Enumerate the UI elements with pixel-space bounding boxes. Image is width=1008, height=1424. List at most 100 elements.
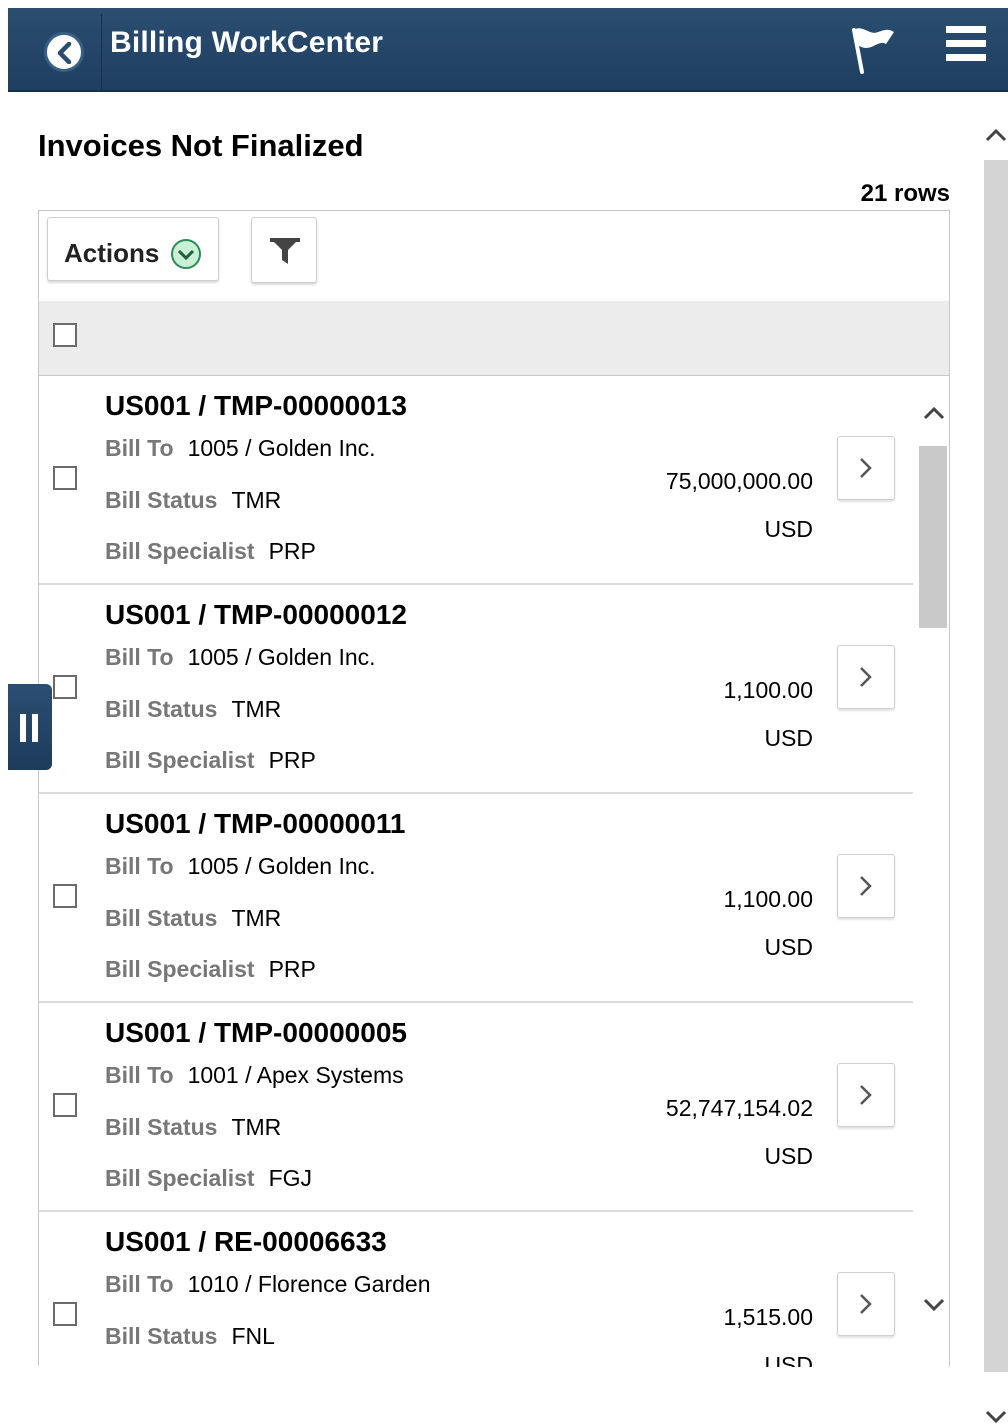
bill-specialist-label: Bill Specialist bbox=[105, 956, 255, 982]
pause-icon bbox=[20, 714, 26, 742]
chevron-left-icon bbox=[44, 32, 84, 72]
bill-specialist-line: Bill Specialist PRP bbox=[105, 538, 316, 565]
invoice-id: US001 / TMP-00000013 bbox=[105, 390, 407, 421]
row-checkbox[interactable] bbox=[53, 884, 77, 908]
bill-status-value: TMR bbox=[231, 696, 282, 722]
chevron-right-icon bbox=[860, 1085, 872, 1105]
section-title: Invoices Not Finalized bbox=[38, 128, 364, 163]
bill-to-line: Bill To 1010 / Florence Garden bbox=[105, 1271, 431, 1298]
bill-specialist-value: PRP bbox=[268, 956, 316, 982]
bill-specialist-line: Bill Specialist PRP bbox=[105, 956, 316, 983]
chevron-right-icon bbox=[860, 876, 872, 896]
bill-specialist-value: PRP bbox=[268, 747, 316, 773]
page-scrollbar[interactable] bbox=[980, 96, 1008, 1424]
bill-to-label: Bill To bbox=[105, 1062, 174, 1088]
invoice-id: US001 / TMP-00000012 bbox=[105, 599, 407, 630]
bill-to-line: Bill To 1001 / Apex Systems bbox=[105, 1062, 404, 1089]
invoice-amount: 1,100.00 bbox=[723, 886, 813, 912]
bill-specialist-line: Bill Specialist FGJ bbox=[105, 1165, 312, 1192]
bill-to-value: 1005 / Golden Inc. bbox=[187, 644, 376, 670]
bill-status-value: FNL bbox=[231, 1323, 275, 1349]
bill-to-label: Bill To bbox=[105, 644, 174, 670]
app-title: Billing WorkCenter bbox=[110, 26, 384, 59]
bill-status-line: Bill Status FNL bbox=[105, 1323, 275, 1350]
invoice-currency: USD bbox=[764, 1352, 813, 1367]
bill-status-value: TMR bbox=[231, 905, 282, 931]
invoice-id: US001 / TMP-00000011 bbox=[105, 808, 406, 839]
chevron-down-circle-icon bbox=[171, 239, 201, 269]
bill-status-line: Bill Status TMR bbox=[105, 487, 281, 514]
bill-to-value: 1005 / Golden Inc. bbox=[187, 853, 376, 879]
select-all-checkbox[interactable] bbox=[53, 323, 77, 347]
invoice-amount: 75,000,000.00 bbox=[665, 468, 813, 494]
bill-status-line: Bill Status TMR bbox=[105, 905, 281, 932]
invoice-amount: 1,100.00 bbox=[723, 677, 813, 703]
invoice-id: US001 / RE-00006633 bbox=[105, 1226, 387, 1257]
bill-status-label: Bill Status bbox=[105, 696, 218, 722]
list-item[interactable]: US001 / TMP-00000013 Bill To 1005 / Golde… bbox=[39, 376, 913, 585]
row-details-button[interactable] bbox=[837, 1063, 895, 1127]
bill-to-line: Bill To 1005 / Golden Inc. bbox=[105, 644, 376, 671]
actions-label: Actions bbox=[64, 238, 160, 268]
grid-toolbar: Actions bbox=[39, 211, 949, 302]
bill-to-line: Bill To 1005 / Golden Inc. bbox=[105, 853, 376, 880]
bill-specialist-line: Bill Specialist PRP bbox=[105, 747, 316, 774]
row-details-button[interactable] bbox=[837, 436, 895, 500]
invoice-currency: USD bbox=[764, 516, 813, 542]
pause-icon-bar bbox=[32, 714, 38, 742]
app-header: Billing WorkCenter bbox=[8, 8, 1008, 92]
list-item[interactable]: US001 / TMP-00000011 Bill To 1005 / Golde… bbox=[39, 794, 913, 1003]
bill-to-value: 1001 / Apex Systems bbox=[187, 1062, 404, 1088]
row-details-button[interactable] bbox=[837, 645, 895, 709]
bill-status-value: TMR bbox=[231, 1114, 282, 1140]
bill-status-line: Bill Status TMR bbox=[105, 696, 281, 723]
row-checkbox[interactable] bbox=[53, 1093, 77, 1117]
chevron-up-icon[interactable] bbox=[923, 406, 945, 420]
list-item[interactable]: US001 / TMP-00000012 Bill To 1005 / Golde… bbox=[39, 585, 913, 794]
invoice-amount: 52,747,154.02 bbox=[665, 1095, 813, 1121]
bill-status-label: Bill Status bbox=[105, 905, 218, 931]
row-details-button[interactable] bbox=[837, 854, 895, 918]
bill-specialist-value: FGJ bbox=[268, 1165, 313, 1191]
filter-icon bbox=[270, 238, 300, 264]
hamburger-menu-icon[interactable] bbox=[946, 24, 988, 69]
side-panel-toggle[interactable] bbox=[8, 684, 52, 770]
invoice-amount: 1,515.00 bbox=[723, 1304, 813, 1330]
invoice-currency: USD bbox=[764, 725, 813, 751]
row-details-button[interactable] bbox=[837, 1272, 895, 1336]
grid-scroll-thumb[interactable] bbox=[919, 446, 947, 628]
bill-status-label: Bill Status bbox=[105, 1323, 218, 1349]
list-item[interactable]: US001 / TMP-00000005 Bill To 1001 / Apex … bbox=[39, 1003, 913, 1212]
chevron-right-icon bbox=[860, 1294, 872, 1314]
bill-to-value: 1005 / Golden Inc. bbox=[187, 435, 376, 461]
row-checkbox[interactable] bbox=[53, 1302, 77, 1326]
bill-status-label: Bill Status bbox=[105, 1114, 218, 1140]
page-scroll-track[interactable] bbox=[984, 160, 1008, 1372]
invoice-list: US001 / TMP-00000013 Bill To 1005 / Golde… bbox=[39, 376, 913, 1367]
back-button[interactable] bbox=[18, 14, 102, 92]
invoice-id: US001 / TMP-00000005 bbox=[105, 1017, 407, 1048]
chevron-down-icon[interactable] bbox=[985, 1410, 1007, 1424]
bill-specialist-label: Bill Specialist bbox=[105, 1165, 255, 1191]
invoice-currency: USD bbox=[764, 934, 813, 960]
bill-specialist-value: PRP bbox=[268, 538, 316, 564]
chevron-up-icon[interactable] bbox=[985, 128, 1007, 142]
actions-button[interactable]: Actions bbox=[47, 217, 219, 281]
bill-status-line: Bill Status TMR bbox=[105, 1114, 281, 1141]
bill-specialist-label: Bill Specialist bbox=[105, 747, 255, 773]
bill-to-value: 1010 / Florence Garden bbox=[187, 1271, 431, 1297]
chevron-down-icon[interactable] bbox=[923, 1298, 945, 1312]
bill-status-value: TMR bbox=[231, 487, 282, 513]
chevron-right-icon bbox=[860, 458, 872, 478]
chevron-right-icon bbox=[860, 667, 872, 687]
row-checkbox[interactable] bbox=[53, 675, 77, 699]
invoice-grid: Actions US001 / TMP-00000013 Bill To 1005… bbox=[38, 210, 950, 1367]
bill-to-label: Bill To bbox=[105, 1271, 174, 1297]
invoice-currency: USD bbox=[764, 1143, 813, 1169]
bill-to-label: Bill To bbox=[105, 435, 174, 461]
row-checkbox[interactable] bbox=[53, 466, 77, 490]
flag-icon[interactable] bbox=[848, 22, 898, 79]
grid-scrollbar[interactable] bbox=[915, 376, 949, 1367]
filter-button[interactable] bbox=[251, 217, 317, 283]
list-item[interactable]: US001 / RE-00006633 Bill To 1010 / Floren… bbox=[39, 1212, 913, 1367]
